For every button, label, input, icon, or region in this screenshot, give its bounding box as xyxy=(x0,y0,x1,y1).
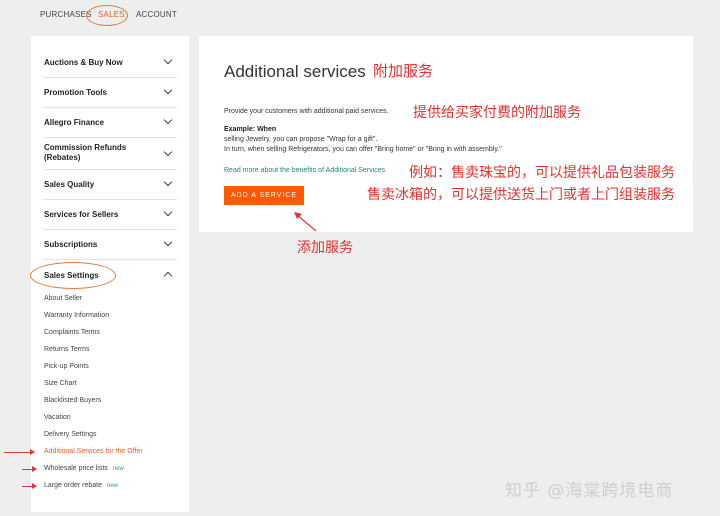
example-line: In turn, when selling Refrigerators, you… xyxy=(224,146,502,153)
new-badge: new xyxy=(106,483,118,489)
sales-highlight-circle xyxy=(86,5,128,26)
sidebar-item-label: Allegro Finance xyxy=(44,118,105,127)
sales-settings-highlight-circle xyxy=(30,262,116,289)
sidebar-item-label: Services for Sellers xyxy=(44,210,119,219)
example-heading: Example: When xyxy=(224,126,277,133)
sidebar-item-label: Commission Refunds (Rebates) xyxy=(44,143,127,162)
sub-item-additional-services[interactable]: Additional Services for the Offer xyxy=(44,448,143,455)
tab-account[interactable]: ACCOUNT xyxy=(136,10,177,19)
sidebar-item-label: Promotion Tools xyxy=(44,88,107,97)
sidebar-item-subscriptions[interactable]: Subscriptions xyxy=(43,230,177,260)
chevron-down-icon xyxy=(163,147,173,157)
title-annotation: 附加服务 xyxy=(373,62,434,80)
sub-item-about-seller[interactable]: About Seller xyxy=(44,295,82,302)
sub-item-size-chart[interactable]: Size Chart xyxy=(44,380,77,387)
watermark: 知乎 @海棠跨境电商 xyxy=(505,481,674,501)
sub-item-complaints-terms[interactable]: Complaints Terms xyxy=(44,329,100,336)
add-service-annotation: 添加服务 xyxy=(297,240,353,256)
sub-item-blacklisted-buyers[interactable]: Blacklisted Buyers xyxy=(44,397,101,404)
sub-item-pickup-points[interactable]: Pick-up Points xyxy=(44,363,89,370)
annotation-arrow-icon xyxy=(294,212,317,232)
sub-item-label: Large order rebate xyxy=(44,482,102,489)
annotation-arrow-icon xyxy=(22,483,37,489)
new-badge: new xyxy=(112,466,124,472)
sidebar-item-label: Auctions & Buy Now xyxy=(44,58,123,67)
sidebar-item-allegro-finance[interactable]: Allegro Finance xyxy=(43,108,177,138)
annotation-arrow-icon xyxy=(4,449,35,455)
example-annotation-1: 例如：售卖珠宝的，可以提供礼品包装服务 xyxy=(409,165,675,181)
sidebar-item-sales-quality[interactable]: Sales Quality xyxy=(43,170,177,200)
sub-item-warranty-information[interactable]: Warranty Information xyxy=(44,312,109,319)
read-more-link[interactable]: Read more about the benefits of Addition… xyxy=(224,167,385,174)
sub-item-wholesale-price-lists[interactable]: Wholesale price lists new xyxy=(44,465,124,472)
sub-item-vacation[interactable]: Vacation xyxy=(44,414,71,421)
sidebar-item-services-for-sellers[interactable]: Services for Sellers xyxy=(43,200,177,230)
page-title: Additional services xyxy=(224,62,366,81)
add-service-button[interactable]: ADD A SERVICE xyxy=(224,186,304,205)
annotation-arrow-icon xyxy=(22,466,37,472)
example-annotation-2: 售卖冰箱的，可以提供送货上门或者上门组装服务 xyxy=(367,187,675,203)
sidebar-item-commission-refunds[interactable]: Commission Refunds (Rebates) xyxy=(43,138,177,170)
chevron-down-icon xyxy=(163,55,173,65)
sub-item-large-order-rebate[interactable]: Large order rebate new xyxy=(44,482,118,489)
chevron-up-icon xyxy=(163,271,173,281)
top-navigation: PURCHASES SALES ACCOUNT xyxy=(0,0,720,30)
description-text: Provide your customers with additional p… xyxy=(224,108,389,115)
sub-item-delivery-settings[interactable]: Delivery Settings xyxy=(44,431,97,438)
chevron-down-icon xyxy=(163,207,173,217)
sidebar-item-label: Subscriptions xyxy=(44,240,98,249)
chevron-down-icon xyxy=(163,115,173,125)
chevron-down-icon xyxy=(163,85,173,95)
sub-item-returns-terms[interactable]: Returns Terms xyxy=(44,346,89,353)
chevron-down-icon xyxy=(163,237,173,247)
sidebar-item-promotion-tools[interactable]: Promotion Tools xyxy=(43,78,177,108)
example-line: selling Jewelry, you can propose "Wrap f… xyxy=(224,136,378,143)
description-annotation: 提供给买家付费的附加服务 xyxy=(413,105,581,121)
tab-purchases[interactable]: PURCHASES xyxy=(40,10,92,19)
chevron-down-icon xyxy=(163,177,173,187)
additional-services-panel: Additional services 附加服务 Provide your cu… xyxy=(199,36,693,232)
sidebar-item-auctions[interactable]: Auctions & Buy Now xyxy=(43,48,177,78)
sub-item-label: Wholesale price lists xyxy=(44,465,108,472)
sidebar-item-label: Sales Quality xyxy=(44,180,95,189)
